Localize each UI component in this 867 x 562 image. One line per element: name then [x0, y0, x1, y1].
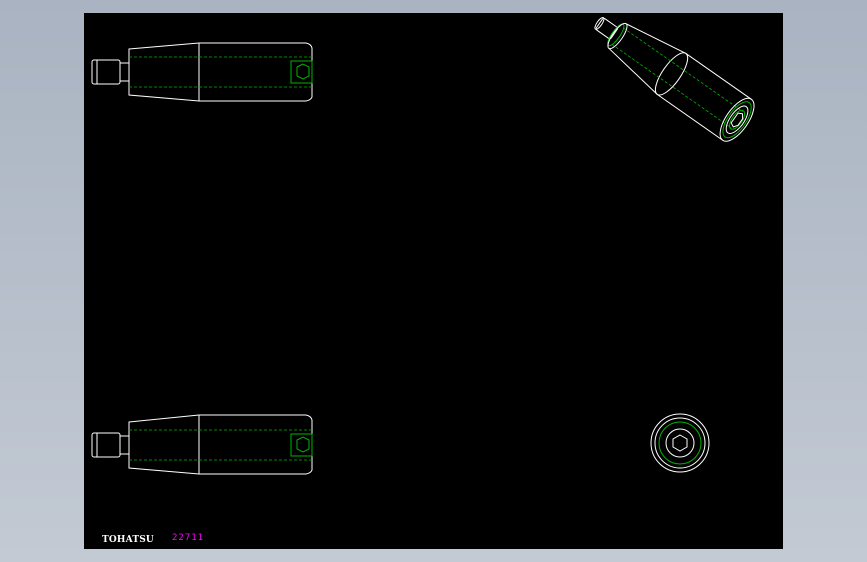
handle-end-view: [650, 413, 710, 473]
cad-drawing: [91, 17, 755, 475]
handle-side-view-bottom: [91, 414, 313, 475]
handle-side-view-top: [91, 42, 313, 102]
title-block-brand: TOHATSU: [102, 535, 154, 545]
handle-isometric-view: [594, 17, 755, 142]
cad-viewport[interactable]: TOHATSU 22711: [84, 13, 783, 549]
title-block-code: 22711: [172, 533, 205, 543]
